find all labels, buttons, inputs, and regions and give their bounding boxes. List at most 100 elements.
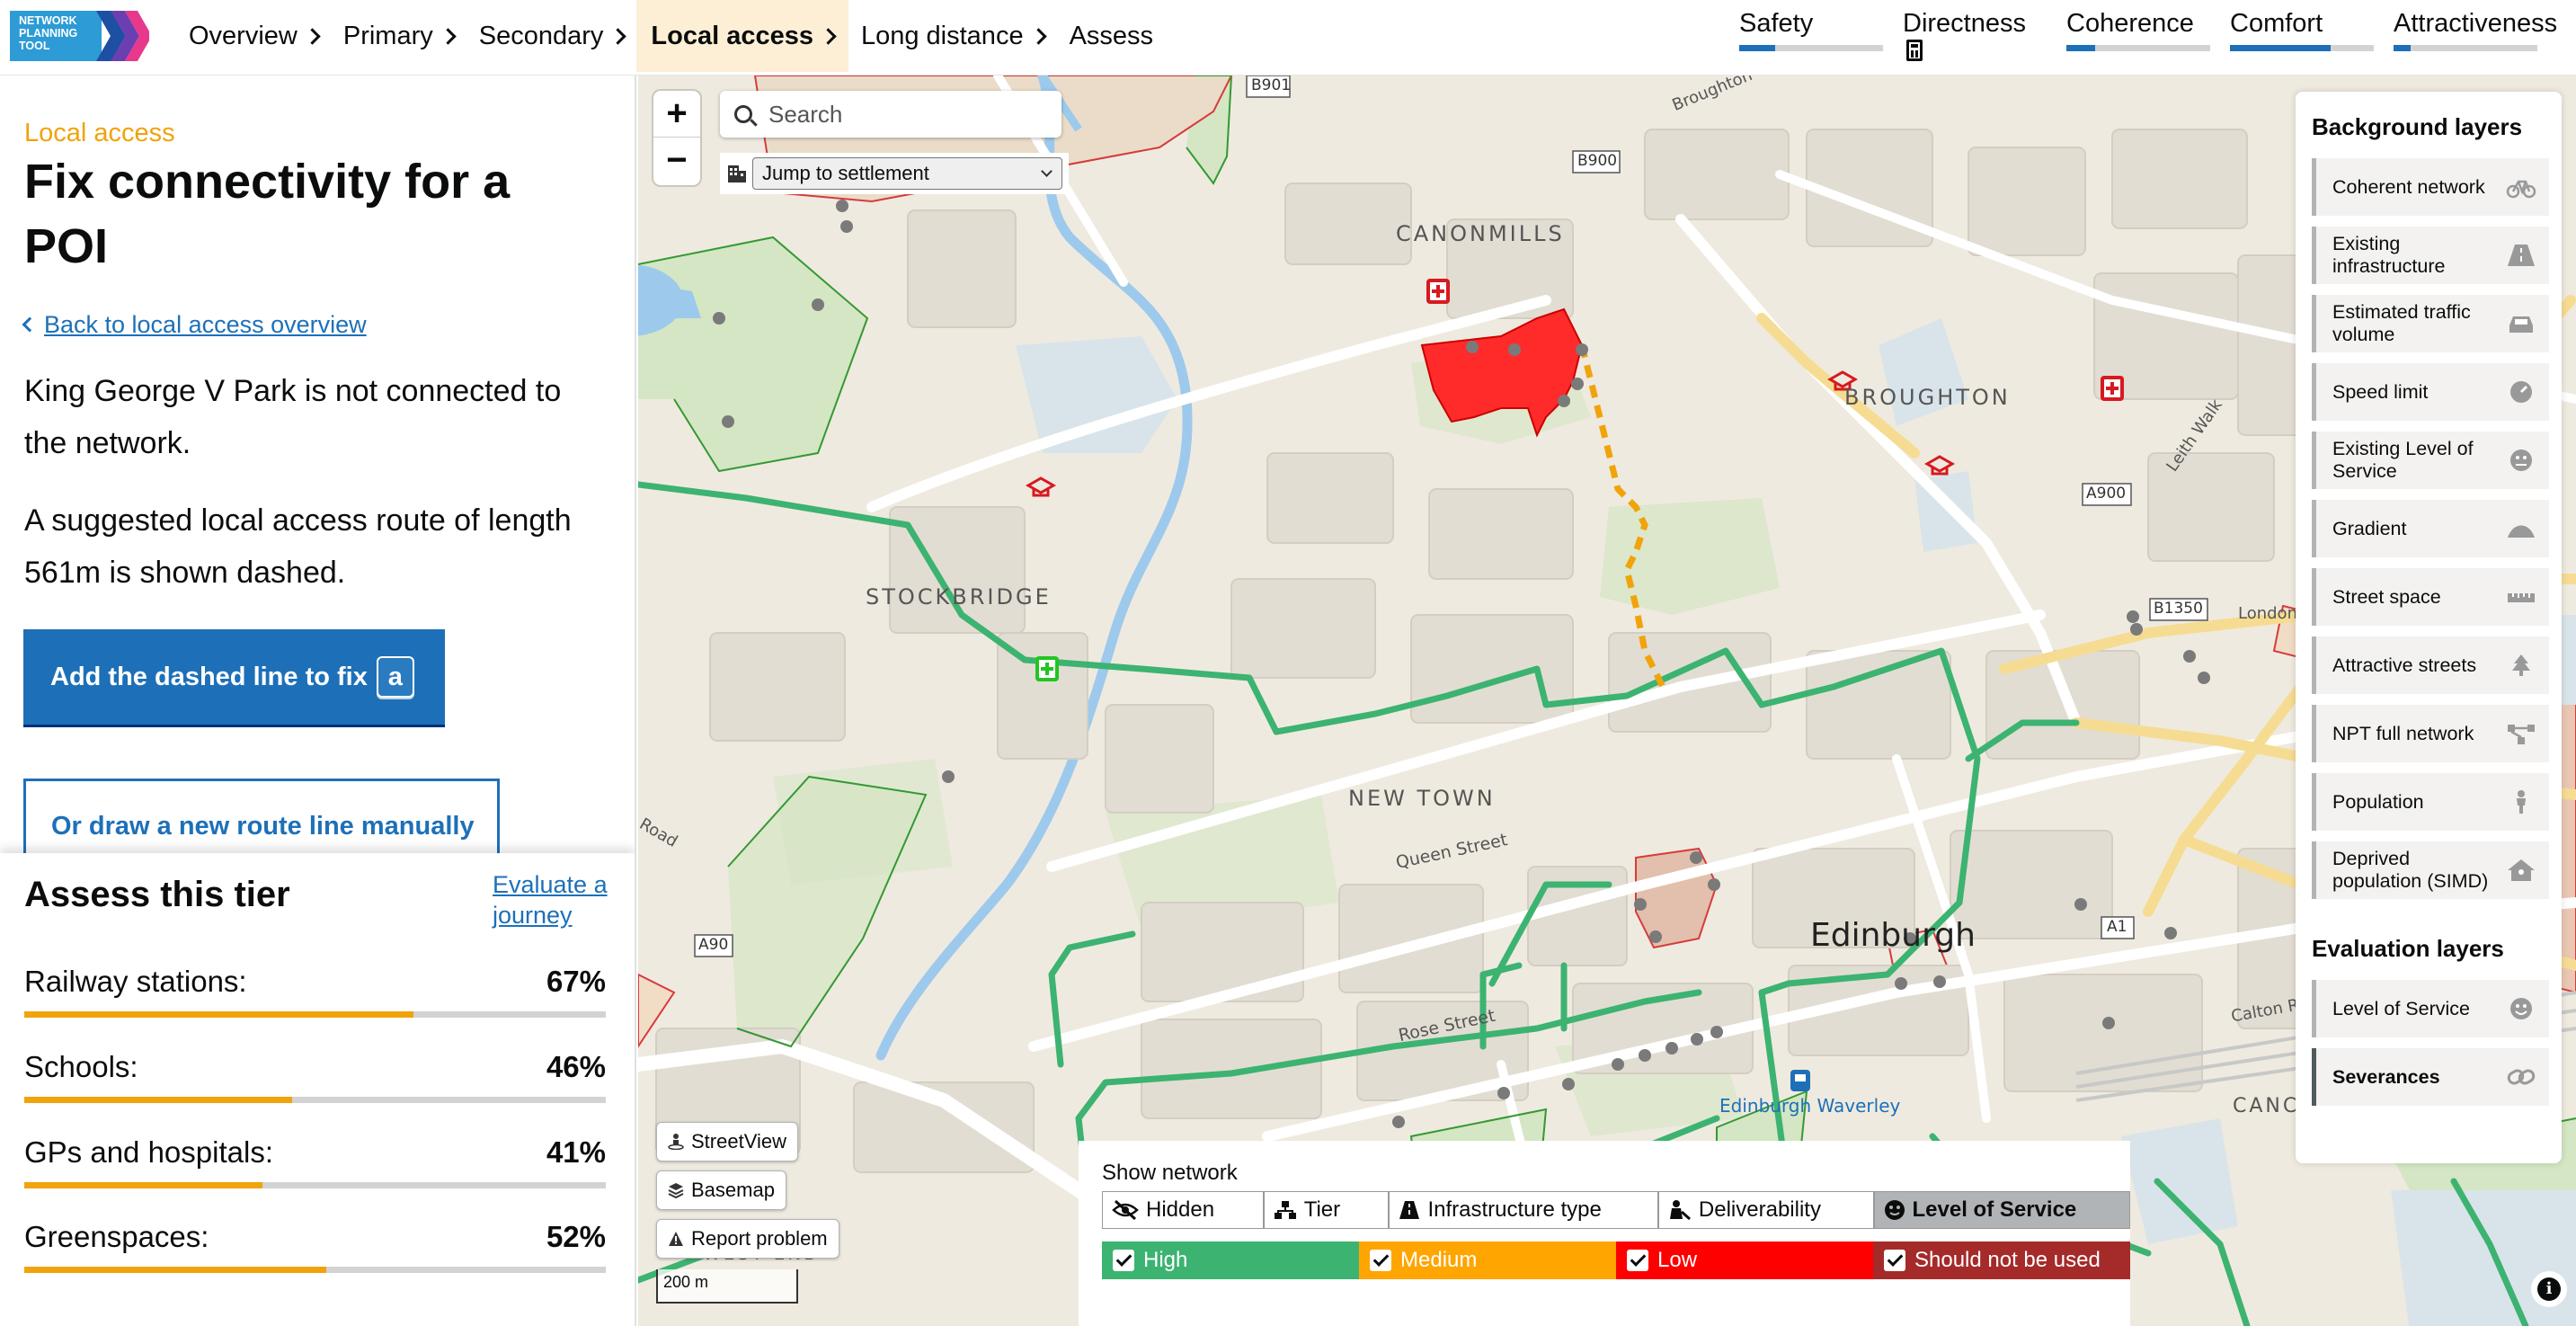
chevron-right-icon bbox=[440, 27, 457, 45]
layers-panel: Background layers Coherent network Exist… bbox=[2296, 92, 2562, 1163]
tree-icon bbox=[2512, 654, 2530, 676]
search-input[interactable] bbox=[768, 100, 1038, 129]
metric-comfort[interactable]: Comfort bbox=[2230, 9, 2374, 51]
house-icon bbox=[2508, 859, 2535, 881]
tab-label: Level of Service bbox=[1912, 1197, 2077, 1222]
jump-to-settlement: Jump to settlement bbox=[720, 153, 1069, 194]
zoom-out-button[interactable]: − bbox=[653, 138, 700, 184]
metric-attractiveness[interactable]: Attractiveness bbox=[2394, 9, 2557, 51]
metric-bar bbox=[2066, 45, 2210, 51]
layer-severances[interactable]: Severances bbox=[2312, 1048, 2549, 1106]
layer-street-space[interactable]: Street space bbox=[2312, 568, 2549, 626]
nav-label: Local access bbox=[651, 21, 813, 50]
nav-assess[interactable]: Assess bbox=[1057, 0, 1166, 72]
face-icon bbox=[1884, 1200, 1905, 1220]
key-should-not-be-used[interactable]: Should not be used bbox=[1873, 1241, 2130, 1279]
layer-label: Existing infrastructure bbox=[2332, 233, 2446, 277]
map[interactable]: CANONMILLS BROUGHTON STOCKBRIDGE NEW TOW… bbox=[638, 76, 2576, 1326]
tab-level-of-service[interactable]: Level of Service bbox=[1873, 1191, 2130, 1229]
scale-bar: 200 m bbox=[656, 1269, 798, 1304]
layer-label: Level of Service bbox=[2332, 997, 2470, 1019]
map-canvas[interactable] bbox=[638, 76, 2576, 1326]
nav-overview[interactable]: Overview bbox=[176, 0, 331, 72]
layer-gradient[interactable]: Gradient bbox=[2312, 500, 2549, 557]
link-icon bbox=[2507, 1069, 2536, 1085]
map-label-edinburgh: Edinburgh bbox=[1810, 917, 1976, 954]
road-icon bbox=[2508, 245, 2535, 266]
nav-secondary[interactable]: Secondary bbox=[466, 0, 637, 72]
rail-station-icon bbox=[1790, 1070, 1810, 1091]
stat-bar bbox=[24, 1182, 606, 1188]
nav-local-access[interactable]: Local access bbox=[636, 0, 848, 72]
tab-tier[interactable]: Tier bbox=[1263, 1191, 1390, 1229]
nav-long-distance[interactable]: Long distance bbox=[848, 0, 1057, 72]
map-label-london: London bbox=[2238, 604, 2297, 623]
report-problem-label: Report problem bbox=[691, 1227, 828, 1250]
map-label-stockbridge: STOCKBRIDGE bbox=[866, 584, 1052, 610]
back-link[interactable]: Back to local access overview bbox=[22, 311, 367, 339]
layer-coherent-network[interactable]: Coherent network bbox=[2312, 158, 2549, 216]
basemap-button[interactable]: Basemap bbox=[656, 1170, 786, 1210]
metric-bar bbox=[2230, 45, 2374, 51]
road-shield-b901: B901 bbox=[1251, 76, 1292, 94]
map-label-new-town: NEW TOWN bbox=[1348, 786, 1496, 811]
chevron-down-icon bbox=[1041, 165, 1053, 177]
checkbox-checked-icon bbox=[1884, 1250, 1905, 1271]
search-box bbox=[720, 91, 1061, 138]
chevron-right-icon bbox=[820, 27, 837, 45]
settlement-select[interactable]: Jump to settlement bbox=[752, 157, 1062, 190]
key-low[interactable]: Low bbox=[1616, 1241, 1873, 1279]
add-dashed-line-button[interactable]: Add the dashed line to fix a bbox=[23, 629, 445, 725]
nav-primary[interactable]: Primary bbox=[331, 0, 466, 72]
tab-hidden[interactable]: Hidden bbox=[1102, 1191, 1264, 1229]
chevron-right-icon bbox=[1029, 27, 1047, 45]
tab-infrastructure-type[interactable]: Infrastructure type bbox=[1389, 1191, 1658, 1229]
zoom-in-button[interactable]: + bbox=[653, 91, 700, 138]
layer-attractive-streets[interactable]: Attractive streets bbox=[2312, 636, 2549, 694]
report-problem-button[interactable]: Report problem bbox=[656, 1219, 839, 1259]
layer-label: Estimated traffic volume bbox=[2332, 301, 2471, 345]
layer-existing-los[interactable]: Existing Level of Service bbox=[2312, 432, 2549, 489]
checkbox-checked-icon bbox=[1627, 1250, 1648, 1271]
shortcut-key: a bbox=[376, 656, 414, 698]
key-high[interactable]: High bbox=[1102, 1241, 1359, 1279]
tab-label: Infrastructure type bbox=[1427, 1197, 1602, 1222]
streetview-button[interactable]: StreetView bbox=[656, 1122, 798, 1161]
key-medium[interactable]: Medium bbox=[1359, 1241, 1616, 1279]
info-icon: i bbox=[2537, 1277, 2561, 1301]
poi-description: King George V Park is not connected to t… bbox=[24, 374, 562, 460]
layer-npt-full-network[interactable]: NPT full network bbox=[2312, 705, 2549, 762]
face-icon bbox=[2510, 449, 2532, 471]
layer-population[interactable]: Population bbox=[2312, 773, 2549, 831]
evaluate-journey-link[interactable]: Evaluate a journey bbox=[493, 869, 618, 930]
map-label-canc: CANC bbox=[2233, 1095, 2300, 1117]
map-label-broughton: BROUGHTON bbox=[1844, 385, 2011, 410]
metric-directness[interactable]: Directness bbox=[1903, 9, 2026, 61]
metric-safety[interactable]: Safety bbox=[1739, 9, 1883, 51]
layer-label: Severances bbox=[2332, 1065, 2440, 1088]
road-icon bbox=[1399, 1201, 1420, 1219]
metric-fill bbox=[2066, 45, 2095, 51]
stat-fill bbox=[24, 1097, 292, 1103]
hill-icon bbox=[2508, 525, 2535, 538]
metric-fill bbox=[1739, 45, 1775, 51]
layer-existing-infrastructure[interactable]: Existing infrastructure bbox=[2312, 227, 2549, 284]
assess-panel: Assess this tier Evaluate a journey Rail… bbox=[0, 853, 635, 1326]
metric-coherence[interactable]: Coherence bbox=[2066, 9, 2210, 51]
layer-estimated-traffic[interactable]: Estimated traffic volume bbox=[2312, 295, 2549, 352]
zoom-control: + − bbox=[653, 91, 700, 185]
attribution-info-button[interactable]: i bbox=[2531, 1271, 2567, 1307]
stat-label: Schools: bbox=[24, 1050, 138, 1083]
layer-level-of-service[interactable]: Level of Service bbox=[2312, 980, 2549, 1037]
nav-label: Assess bbox=[1069, 21, 1154, 50]
layer-speed-limit[interactable]: Speed limit bbox=[2312, 363, 2549, 421]
layer-label: Population bbox=[2332, 790, 2424, 813]
nav-label: Primary bbox=[342, 21, 433, 50]
nav-label: Secondary bbox=[478, 21, 604, 50]
search-icon bbox=[734, 105, 752, 123]
layer-deprived-population[interactable]: Deprived population (SIMD) bbox=[2312, 841, 2549, 899]
tab-deliverability[interactable]: Deliverability bbox=[1657, 1191, 1874, 1229]
stat-fill bbox=[24, 1011, 414, 1018]
stat-label: GPs and hospitals: bbox=[24, 1135, 273, 1169]
logo[interactable]: Network Planning Tool bbox=[10, 11, 152, 61]
